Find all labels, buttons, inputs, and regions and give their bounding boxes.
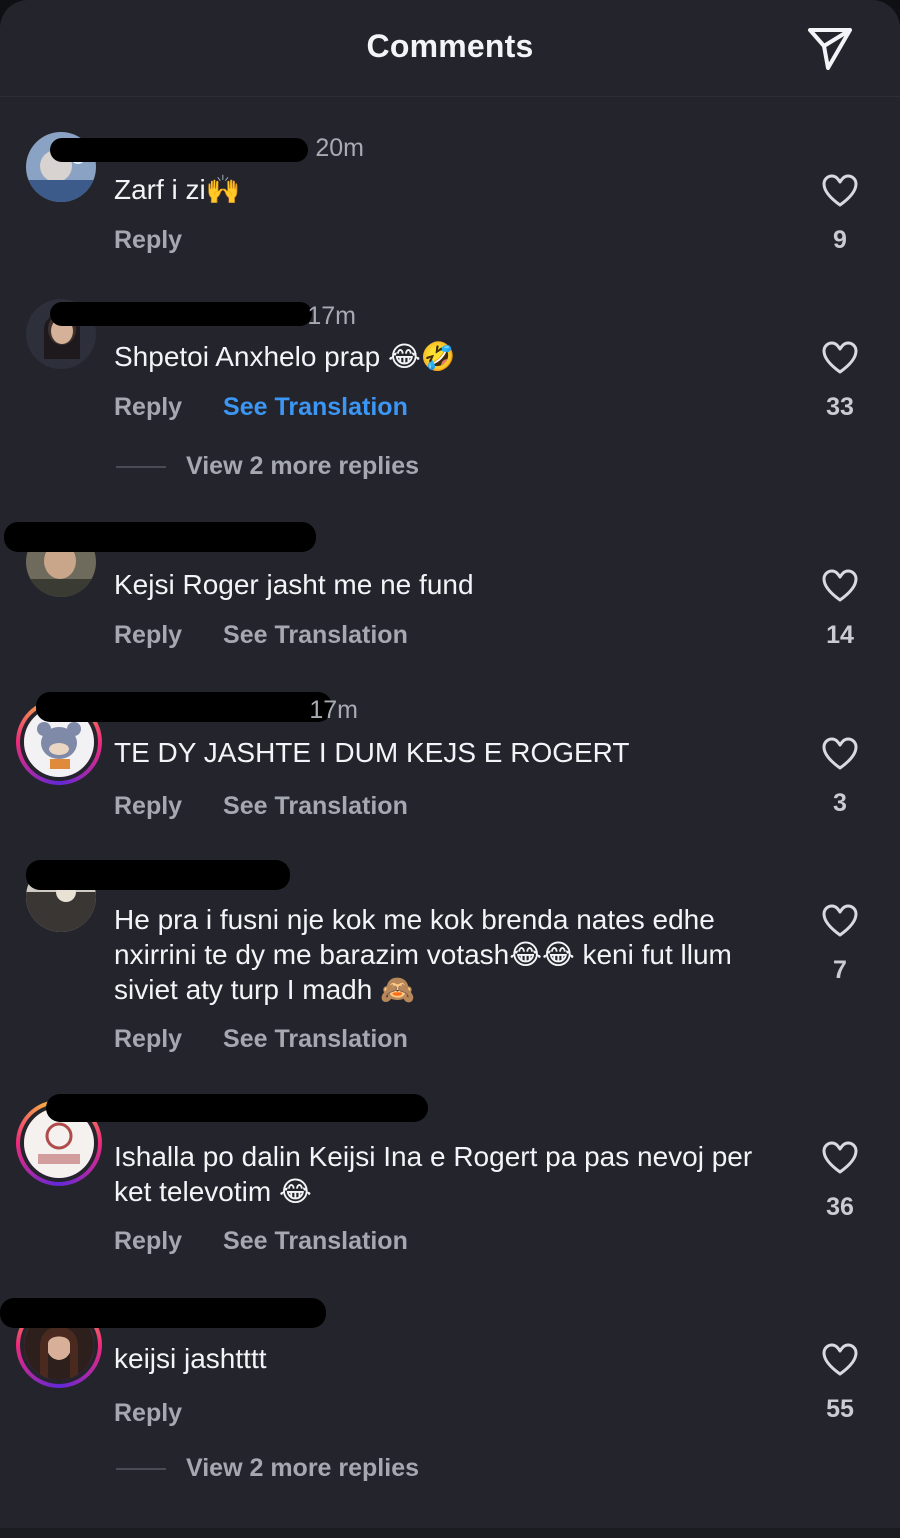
- reply-divider: [116, 1468, 166, 1471]
- comment-username[interactable]: [46, 1094, 428, 1130]
- like-button[interactable]: 9: [822, 174, 858, 255]
- bottom-edge: [0, 1528, 900, 1538]
- like-count: 14: [826, 621, 854, 649]
- comment-text: TE DY JASHTE I DUM KEJS E ROGERT: [114, 737, 630, 768]
- see-translation-button[interactable]: See Translation: [223, 1227, 408, 1256]
- reply-button[interactable]: Reply: [114, 1025, 182, 1054]
- comment-actions: Reply See Translation: [114, 621, 442, 650]
- comment-actions: Reply See Translation: [114, 393, 442, 422]
- heart-icon: [822, 174, 858, 207]
- comment-username[interactable]: [0, 1298, 380, 1336]
- comment-username[interactable]: [26, 860, 290, 896]
- comments-header: Comments: [0, 0, 900, 97]
- view-more-replies[interactable]: View 2 more replies: [116, 1454, 419, 1483]
- reply-button[interactable]: Reply: [114, 226, 182, 255]
- like-button[interactable]: 36: [822, 1141, 858, 1222]
- view-more-replies[interactable]: View 2 more replies: [116, 452, 419, 481]
- like-count: 36: [826, 1193, 854, 1221]
- like-count: 9: [833, 226, 847, 254]
- comment-username[interactable]: 17m: [36, 692, 358, 730]
- like-button[interactable]: 55: [822, 1343, 858, 1424]
- heart-icon: [822, 569, 858, 602]
- send-icon[interactable]: [804, 22, 856, 74]
- comment-username[interactable]: 17m: [50, 302, 356, 336]
- comment-time: 20m: [315, 134, 364, 162]
- comment-actions: Reply See Translation: [114, 1025, 442, 1054]
- like-button[interactable]: 7: [822, 904, 858, 985]
- see-translation-button[interactable]: See Translation: [223, 1025, 408, 1054]
- comment-text: Zarf i zi🙌: [114, 174, 241, 205]
- comment-time: 17m: [307, 302, 356, 330]
- heart-icon: [822, 904, 858, 937]
- reply-button[interactable]: Reply: [114, 1227, 182, 1256]
- comment-time: 17m: [309, 696, 358, 724]
- like-count: 33: [826, 393, 854, 421]
- comment-text: He pra i fusni nje kok me kok brenda nat…: [114, 904, 732, 1005]
- comment-username[interactable]: 20m: [50, 134, 364, 168]
- like-count: 55: [826, 1395, 854, 1423]
- comment-text: Ishalla po dalin Keijsi Ina e Rogert pa …: [114, 1141, 753, 1207]
- heart-icon: [822, 1141, 858, 1174]
- comment-text: Kejsi Roger jasht me ne fund: [114, 569, 474, 600]
- like-count: 7: [833, 956, 847, 984]
- see-translation-button[interactable]: See Translation: [223, 621, 408, 650]
- heart-icon: [822, 1343, 858, 1376]
- see-translation-button[interactable]: See Translation: [223, 792, 408, 821]
- reply-button[interactable]: Reply: [114, 792, 182, 821]
- comment-actions: Reply: [114, 1399, 216, 1428]
- like-count: 3: [833, 789, 847, 817]
- page-title: Comments: [366, 28, 534, 64]
- comment-text: keijsi jashtttt: [114, 1343, 267, 1374]
- comment-actions: Reply: [114, 226, 216, 255]
- comment-actions: Reply See Translation: [114, 792, 442, 821]
- like-button[interactable]: 14: [822, 569, 858, 650]
- reply-button[interactable]: Reply: [114, 1399, 182, 1428]
- heart-icon: [822, 341, 858, 374]
- reply-divider: [116, 466, 166, 469]
- reply-button[interactable]: Reply: [114, 393, 182, 422]
- like-button[interactable]: 3: [822, 737, 858, 818]
- see-translation-button[interactable]: See Translation: [223, 393, 408, 422]
- heart-icon: [822, 737, 858, 770]
- comment-text: Shpetoi Anxhelo prap 😂🤣: [114, 341, 456, 372]
- comment-username[interactable]: [4, 522, 316, 560]
- comment-actions: Reply See Translation: [114, 1227, 442, 1256]
- comments-sheet: Comments 20m Zarf i zi🙌 Reply 9 17m Shpe…: [0, 0, 900, 1538]
- reply-button[interactable]: Reply: [114, 621, 182, 650]
- like-button[interactable]: 33: [822, 341, 858, 422]
